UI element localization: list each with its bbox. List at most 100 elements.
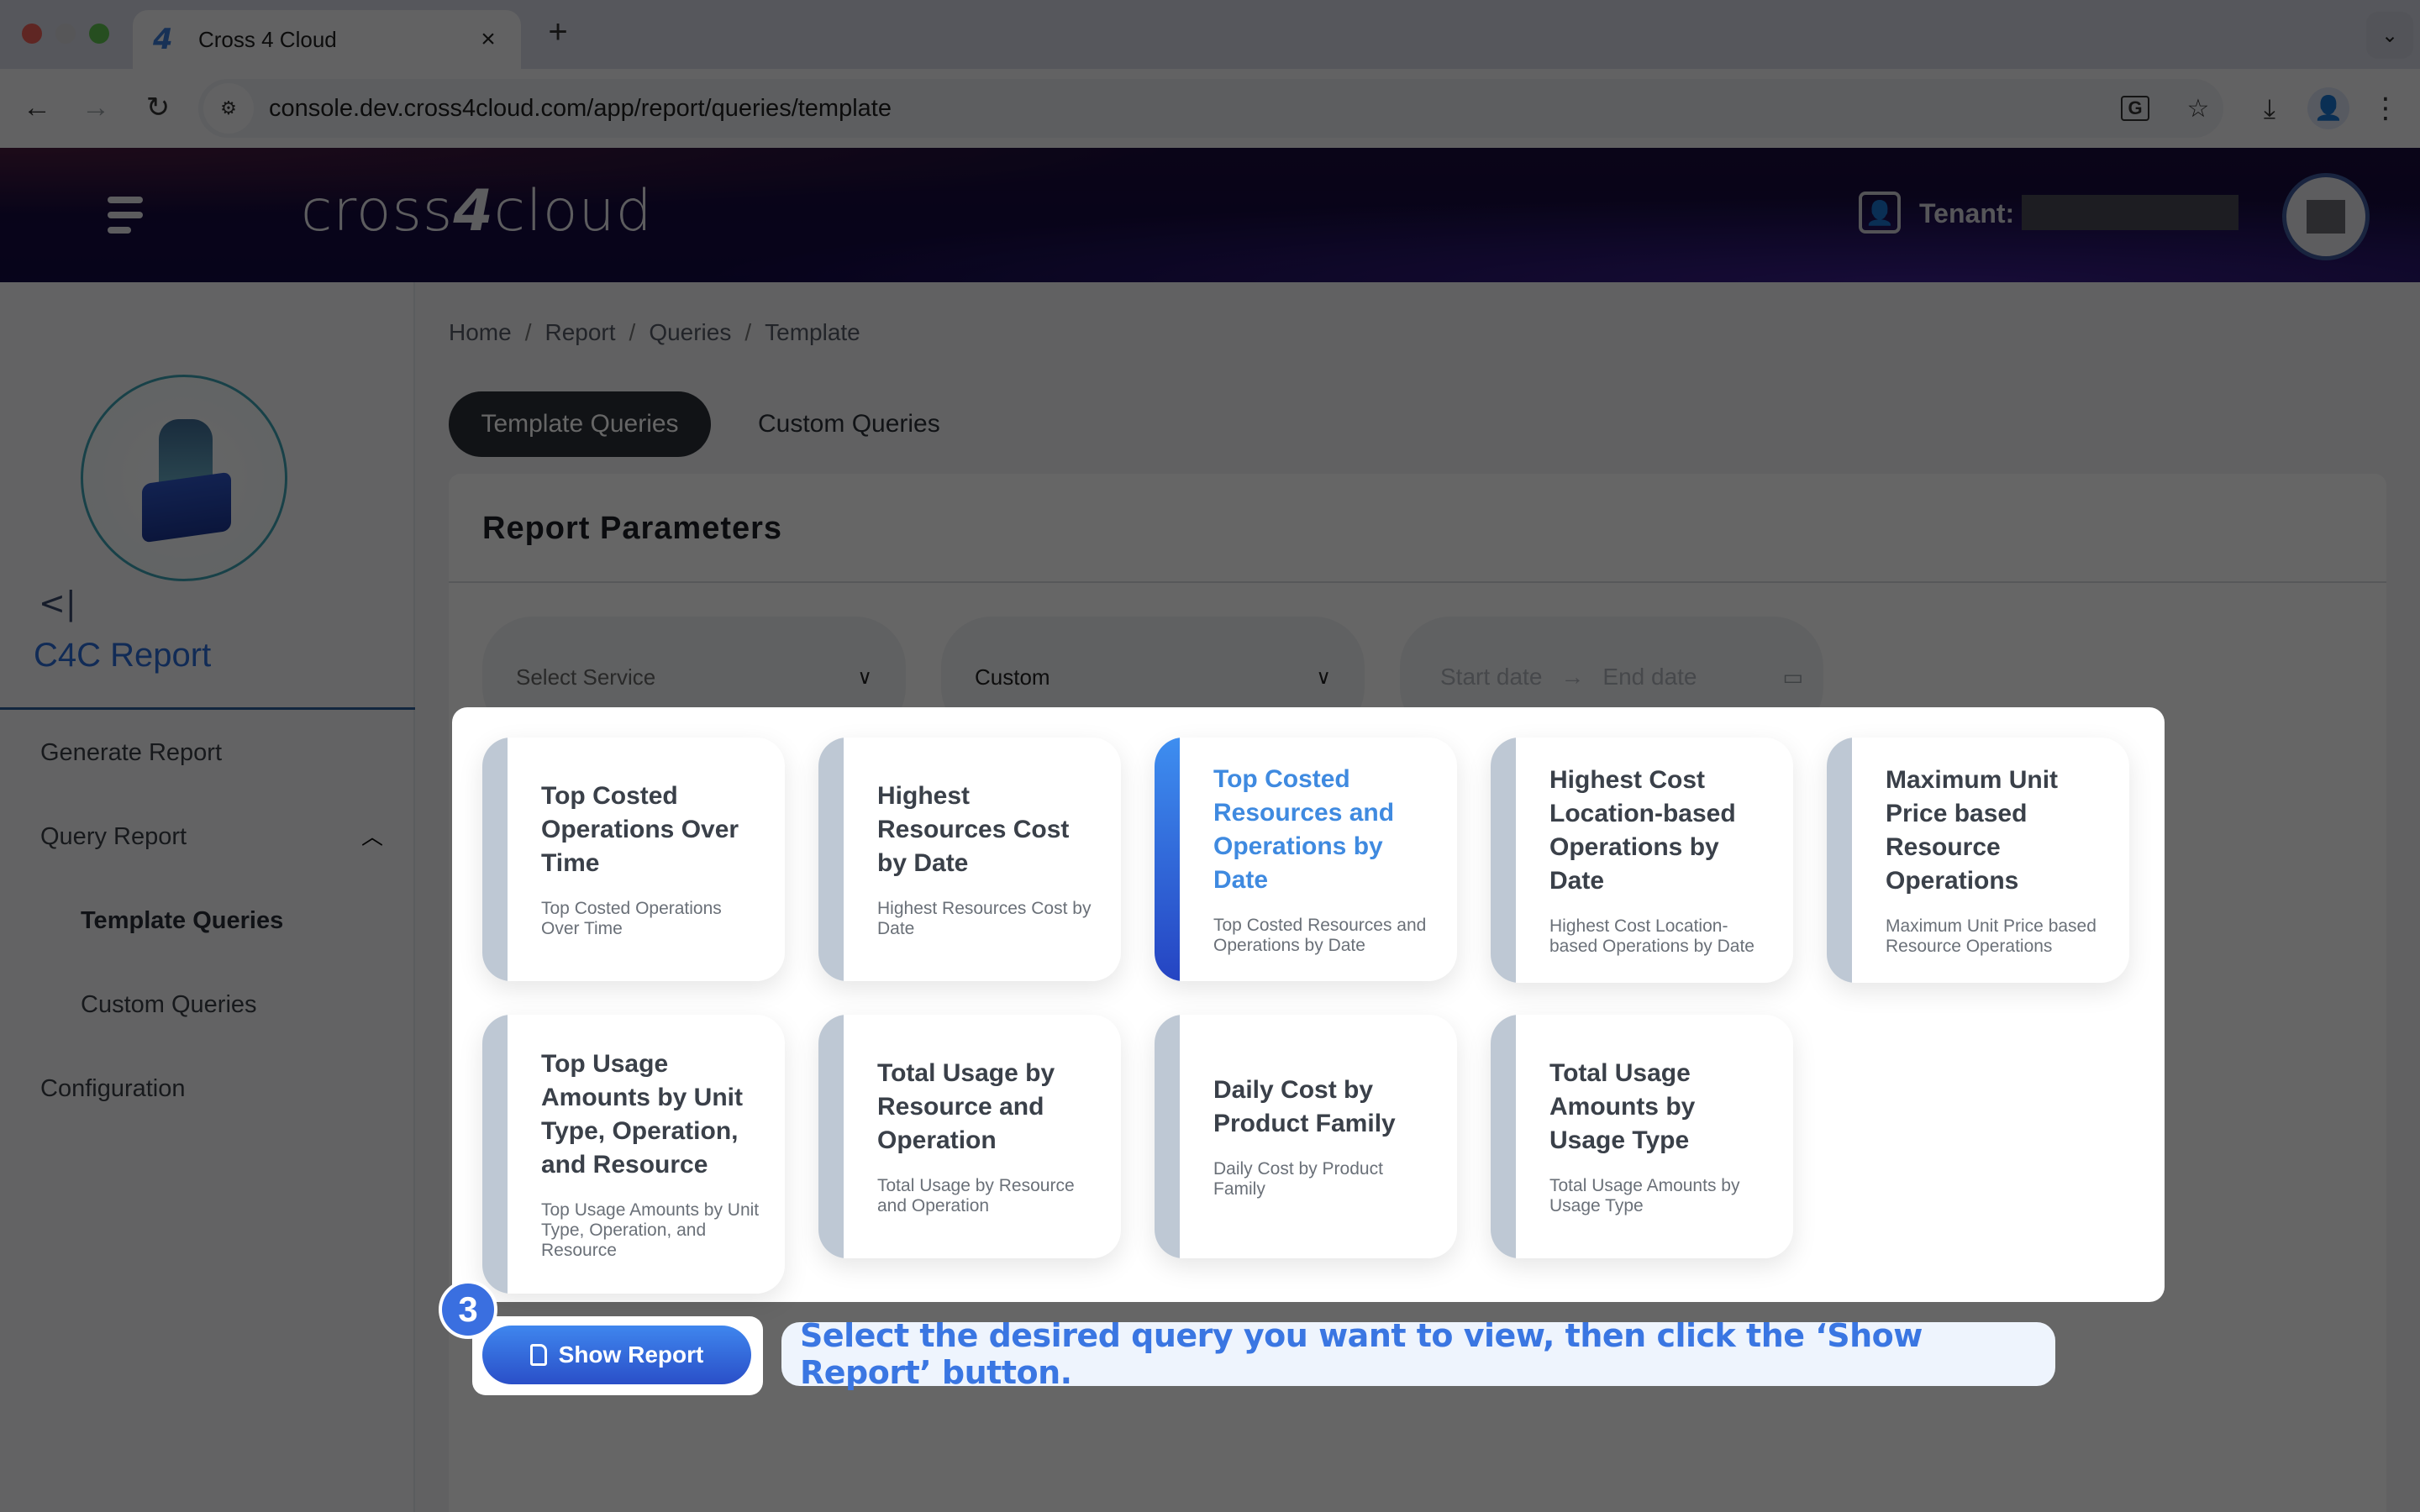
query-card-title: Highest Resources Cost by Date [877, 782, 1070, 877]
query-card-title: Daily Cost by Product Family [1213, 1076, 1396, 1137]
illustration-platform-shape [142, 471, 231, 543]
reload-icon[interactable]: ↻ [138, 87, 178, 128]
breadcrumb-separator: / [744, 319, 752, 345]
profile-icon[interactable]: 👤 [2307, 87, 2349, 129]
tutorial-callout: Select the desired query you want to vie… [781, 1317, 2055, 1391]
tab-template-queries[interactable]: Template Queries [449, 391, 711, 457]
breadcrumb-separator: / [629, 319, 636, 345]
query-card-title: Total Usage by Resource and Operation [877, 1059, 1055, 1154]
hamburger-menu-icon[interactable] [108, 197, 145, 234]
document-icon [529, 1344, 547, 1366]
tab-custom-queries[interactable]: Custom Queries [731, 391, 967, 457]
back-arrow-icon[interactable]: ← [17, 87, 57, 128]
card-accent-bar [1827, 738, 1852, 983]
query-card-title: Maximum Unit Price based Resource Operat… [1886, 766, 2059, 895]
query-card-desc: Total Usage by Resource and Operation [877, 1176, 1075, 1215]
sidebar-item-configuration[interactable]: Configuration [40, 1075, 186, 1103]
new-tab-button[interactable]: + [541, 13, 575, 51]
collapse-sidebar-icon[interactable]: <| [39, 585, 76, 622]
report-illustration [81, 375, 287, 581]
breadcrumb-home[interactable]: Home [449, 319, 512, 346]
report-parameters-title: Report Parameters [482, 511, 783, 546]
step-number-badge: 3 [439, 1280, 497, 1339]
calendar-icon[interactable]: ▭ [1782, 664, 1803, 690]
query-card[interactable]: Highest Resources Cost by Date Highest R… [818, 738, 1121, 981]
query-card-title: Total Usage Amounts by Usage Type [1549, 1059, 1696, 1154]
tab-title: Cross 4 Cloud [198, 26, 337, 52]
period-select-value: Custom [975, 664, 1050, 690]
download-icon[interactable]: ⤓ [2249, 87, 2291, 129]
params-divider [449, 581, 2386, 583]
show-report-button[interactable]: Show Report [482, 1326, 751, 1384]
query-card-title: Highest Cost Location-based Operations b… [1549, 766, 1736, 895]
browser-tab[interactable]: 4 Cross 4 Cloud × [133, 10, 521, 69]
query-card-title: Top Costed Operations Over Time [541, 782, 739, 877]
sidebar-item-template-queries[interactable]: Template Queries [81, 907, 283, 935]
query-cards-panel: Top Costed Operations Over Time Top Cost… [452, 707, 2165, 1302]
card-accent-bar [1491, 1015, 1516, 1258]
browser-toolbar: ← → ↻ ⚙ console.dev.cross4cloud.com/app/… [0, 69, 2420, 148]
sidebar-item-custom-queries[interactable]: Custom Queries [81, 991, 257, 1019]
breadcrumb-report[interactable]: Report [544, 319, 615, 346]
query-card-desc: Top Usage Amounts by Unit Type, Operatio… [541, 1200, 760, 1260]
logo-suffix: cloud [493, 178, 653, 244]
query-card-desc: Total Usage Amounts by Usage Type [1549, 1176, 1740, 1215]
query-card-title: Top Costed Resources and Operations by D… [1213, 765, 1395, 894]
card-accent-bar [1491, 738, 1516, 983]
sidebar-item-query-report[interactable]: Query Report [40, 823, 187, 851]
card-accent-bar [1155, 738, 1180, 981]
query-card-title: Top Usage Amounts by Unit Type, Operatio… [541, 1050, 743, 1179]
bookmark-star-icon[interactable]: ☆ [2173, 94, 2223, 123]
cross4cloud-favicon-icon: 4 [153, 23, 173, 56]
query-card[interactable]: Top Usage Amounts by Unit Type, Operatio… [482, 1015, 785, 1294]
query-card-desc: Highest Cost Location-based Operations b… [1549, 916, 1754, 956]
end-date-input[interactable]: End date [1602, 664, 1697, 690]
query-card-desc: Daily Cost by Product Family [1213, 1159, 1383, 1199]
tab-search-chevron-icon[interactable]: ⌄ [2366, 12, 2413, 59]
query-card-desc: Top Costed Resources and Operations by D… [1213, 916, 1427, 955]
breadcrumb-separator: / [524, 319, 532, 345]
card-accent-bar [1155, 1015, 1180, 1258]
breadcrumb: Home / Report / Queries / Template [449, 319, 860, 346]
close-tab-icon[interactable]: × [476, 25, 501, 54]
query-card[interactable]: Highest Cost Location-based Operations b… [1491, 738, 1793, 983]
card-accent-bar [482, 1015, 508, 1294]
sidebar-title: C4C Report [34, 637, 212, 674]
query-card[interactable]: Total Usage Amounts by Usage Type Total … [1491, 1015, 1793, 1258]
url-text[interactable]: console.dev.cross4cloud.com/app/report/q… [269, 95, 2121, 123]
chevron-down-icon: ∨ [857, 665, 872, 689]
forward-arrow-icon[interactable]: → [76, 87, 116, 128]
breadcrumb-template: Template [765, 319, 860, 345]
window-maximize-button[interactable] [89, 24, 109, 44]
sidebar: <| C4C Report Generate Report Query Repo… [0, 282, 415, 1512]
query-card-selected[interactable]: Top Costed Resources and Operations by D… [1155, 738, 1457, 981]
query-card[interactable]: Maximum Unit Price based Resource Operat… [1827, 738, 2129, 983]
chevron-down-icon: ∨ [1316, 665, 1331, 689]
range-arrow-icon: → [1560, 664, 1585, 690]
card-accent-bar [818, 738, 844, 981]
card-accent-bar [482, 738, 508, 981]
card-accent-bar [818, 1015, 844, 1258]
query-card[interactable]: Total Usage by Resource and Operation To… [818, 1015, 1121, 1258]
query-card[interactable]: Top Costed Operations Over Time Top Cost… [482, 738, 785, 981]
query-card-desc: Maximum Unit Price based Resource Operat… [1886, 916, 2096, 956]
logo-prefix: cross [301, 178, 454, 244]
sidebar-divider [0, 707, 415, 710]
chevron-up-icon[interactable]: ︿ [361, 820, 383, 851]
sidebar-item-generate-report[interactable]: Generate Report [40, 739, 222, 767]
window-minimize-button[interactable] [55, 24, 76, 44]
service-select-placeholder: Select Service [516, 664, 656, 690]
address-bar[interactable]: ⚙ console.dev.cross4cloud.com/app/report… [198, 79, 2223, 138]
start-date-input[interactable]: Start date [1440, 664, 1542, 690]
browser-menu-icon[interactable]: ⋮ [2365, 87, 2407, 129]
query-card[interactable]: Daily Cost by Product Family Daily Cost … [1155, 1015, 1457, 1258]
translate-icon[interactable]: G [2121, 96, 2149, 121]
tenant-label: Tenant: [1919, 198, 2015, 228]
breadcrumb-queries[interactable]: Queries [649, 319, 731, 346]
user-avatar[interactable] [2282, 173, 2370, 260]
tenant-user-icon: 👤 [1859, 192, 1901, 234]
site-info-icon[interactable]: ⚙ [203, 83, 254, 134]
window-close-button[interactable] [22, 24, 42, 44]
query-card-desc: Highest Resources Cost by Date [877, 899, 1092, 938]
app-header: cross4cloud 👤 Tenant: [0, 148, 2420, 282]
